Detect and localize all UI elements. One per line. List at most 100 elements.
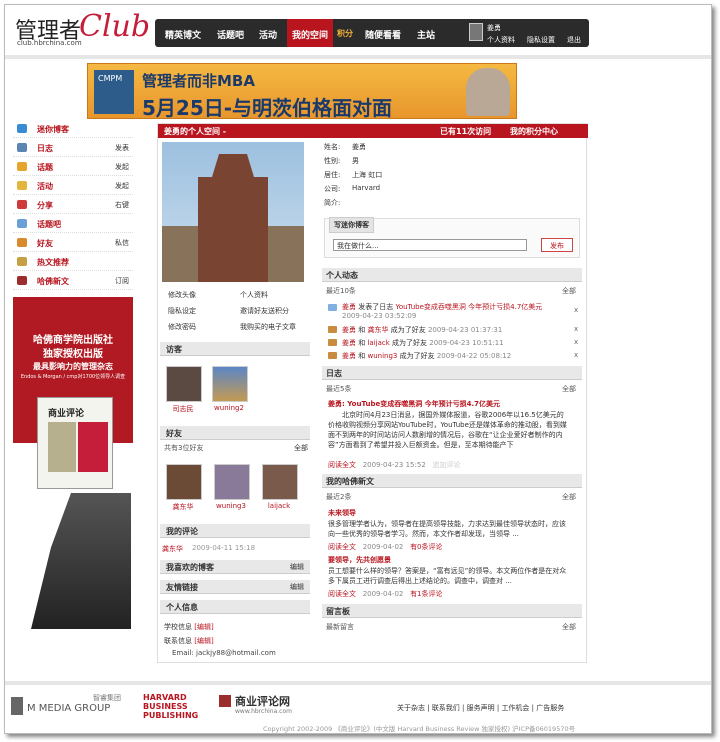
read-more-link[interactable]: 阅读全文 [328,461,356,469]
sidebar-item-topic-bar[interactable]: 话题吧 [13,214,133,233]
jobs-link[interactable]: 工作机会 [501,704,529,712]
activity-link[interactable]: YouTube变成吞噬黑洞 今年预计亏损4.7亿美元 [395,303,542,311]
sidebar-item-harvard-new[interactable]: 哈佛新文 订阅 [13,271,133,290]
sidebar-item-journal[interactable]: 日志 发表 [13,138,133,157]
read-more-link[interactable]: 阅读全文 [328,590,356,598]
hbr-date: 2009-04-02 [362,590,404,598]
journal-all-link[interactable]: 全部 [562,384,576,394]
main-panel: 姜勇的个人空间 - 已有11次访问 我的积分中心 修改头像 个人资料 隐私设定 … [157,123,588,663]
friend-avatar[interactable] [166,464,202,500]
sidebar-item-activities[interactable]: 活动 发起 [13,176,133,195]
visitor-name[interactable]: 司志民 [158,404,208,414]
hbr-article-title[interactable]: 要领导，先共创愿景 [328,555,391,565]
ads-link[interactable]: 广告服务 [536,704,564,712]
nav-topics[interactable]: 话题吧 [217,28,244,41]
nav-elite-blogs[interactable]: 精英博文 [165,28,201,41]
sidebar-action[interactable]: 订阅 [115,276,129,286]
friend-name[interactable]: wuning3 [206,502,256,510]
read-more-link[interactable]: 阅读全文 [328,543,356,551]
nav-main-site[interactable]: 主站 [417,28,435,41]
sidebar-item-hot-articles[interactable]: 热文推荐 [13,252,133,271]
activity-text: 和 [358,339,366,347]
activity-sub: 最近10条 [326,287,356,295]
fav-blogs-edit[interactable]: 编辑 [290,562,304,572]
activity-all-link[interactable]: 全部 [562,286,576,296]
delete-icon[interactable]: x [574,351,578,359]
avatar[interactable] [469,23,483,41]
nav-browse[interactable]: 随便看看 [365,28,401,41]
friend-avatar[interactable] [262,464,298,500]
add-comment-link[interactable]: 追加评论 [432,461,460,469]
mini-blog-tab[interactable]: 写迷你博客 [329,217,374,233]
nav-activities[interactable]: 活动 [259,28,277,41]
hbr-all-link[interactable]: 全部 [562,492,576,502]
hbr-article-title[interactable]: 未来领导 [328,508,356,518]
contact-edit[interactable]: [编辑] [194,637,213,645]
visitor-avatar[interactable] [212,366,248,402]
privacy-link[interactable]: 隐私设置 [527,35,555,45]
delete-icon[interactable]: x [574,325,578,333]
profile-info-link[interactable]: 个人资料 [240,290,268,300]
sidebar-item-share[interactable]: 分享 右键 [13,195,133,214]
sidebar-action[interactable]: 发起 [115,162,129,172]
terms-link[interactable]: 服务声明 [467,704,495,712]
sidebar-action[interactable]: 发表 [115,143,129,153]
logout-link[interactable]: 退出 [567,35,581,45]
nav-my-space[interactable]: 我的空间 [287,19,333,47]
visitor-name[interactable]: wuning2 [204,404,254,412]
comment-author[interactable]: 龚东华 [162,544,183,554]
profile-link[interactable]: 个人资料 [487,35,515,45]
about-link[interactable]: 关于杂志 [397,704,425,712]
bio-label: 简介: [324,199,341,207]
mini-blog-box: 写迷你博客 我在做什么... 发布 [324,217,580,258]
mini-blog-input[interactable]: 我在做什么... [333,239,527,251]
edit-avatar-link[interactable]: 修改头像 [168,290,196,300]
school-edit[interactable]: [编辑] [194,623,213,631]
sidebar-label: 话题 [37,163,53,172]
ad-banner[interactable]: CMPM 管理者而非MBA 5月25日-与明茨伯格面对面 [87,63,517,120]
comment-count-link[interactable]: 有0条评论 [410,543,442,551]
sidebar-action[interactable]: 右键 [115,200,129,210]
sidebar-item-mini-blog[interactable]: 迷你博客 [13,119,133,138]
delete-icon[interactable]: x [574,338,578,346]
friend-name[interactable]: laijack [254,502,304,510]
nav-points[interactable]: 积分 [337,28,353,39]
fav-blogs-title: 我喜欢的博客 [166,563,214,572]
sidebar-item-topics[interactable]: 话题 发起 [13,157,133,176]
friend-name[interactable]: 龚东华 [158,502,208,512]
journal-post-title[interactable]: 姜勇: YouTube变成吞噬黑洞 今年预计亏损4.7亿美元 [328,399,500,409]
contact-link[interactable]: 联系我们 [432,704,460,712]
invite-friends-link[interactable]: 邀请好友送积分 [240,306,289,316]
m-media-name[interactable]: M MEDIA GROUP [27,703,110,714]
purchased-articles-link[interactable]: 我购买的电子文章 [240,322,296,332]
privacy-settings-link[interactable]: 隐私设定 [168,306,196,316]
activity-friend[interactable]: laijack [367,339,389,347]
activity-friend[interactable]: wuning3 [367,352,397,360]
visitor-avatar[interactable] [166,366,202,402]
site-logo[interactable]: 管理者 Club club.hbrchina.com [15,9,150,47]
activity-user[interactable]: 姜勇 [342,352,356,360]
friend-icon [328,326,337,333]
publish-button[interactable]: 发布 [541,238,573,252]
friend-avatar[interactable] [214,464,250,500]
activity-user[interactable]: 姜勇 [342,326,356,334]
friends-all-link[interactable]: 全部 [294,443,308,453]
links-edit[interactable]: 编辑 [290,582,304,592]
sidebar-label: 迷你博客 [37,125,69,134]
board-all-link[interactable]: 全部 [562,622,576,632]
user-name[interactable]: 姜勇 [487,23,501,33]
delete-icon[interactable]: x [574,306,578,314]
harvard-publishing-logo[interactable]: HARVARD BUSINESS PUBLISHING [143,693,213,720]
sidebar-item-friends[interactable]: 好友 私信 [13,233,133,252]
points-link[interactable]: 我的积分中心 [510,126,558,137]
change-password-link[interactable]: 修改密码 [168,322,196,332]
sidebar-action[interactable]: 发起 [115,181,129,191]
activity-user[interactable]: 姜勇 [342,339,356,347]
sidebar-ad[interactable]: 哈佛商学院出版社 独家授权出版 最具影响力的管理杂志 Endos & Morga… [13,297,133,629]
sidebar-action[interactable]: 私信 [115,238,129,248]
board-title: 留言板 [326,607,350,616]
hbr-cn-logo[interactable]: 商业评论网 [235,693,290,709]
activity-user[interactable]: 姜勇 [342,303,356,311]
comment-count-link[interactable]: 有1条评论 [410,590,442,598]
activity-friend[interactable]: 龚东华 [367,326,388,334]
